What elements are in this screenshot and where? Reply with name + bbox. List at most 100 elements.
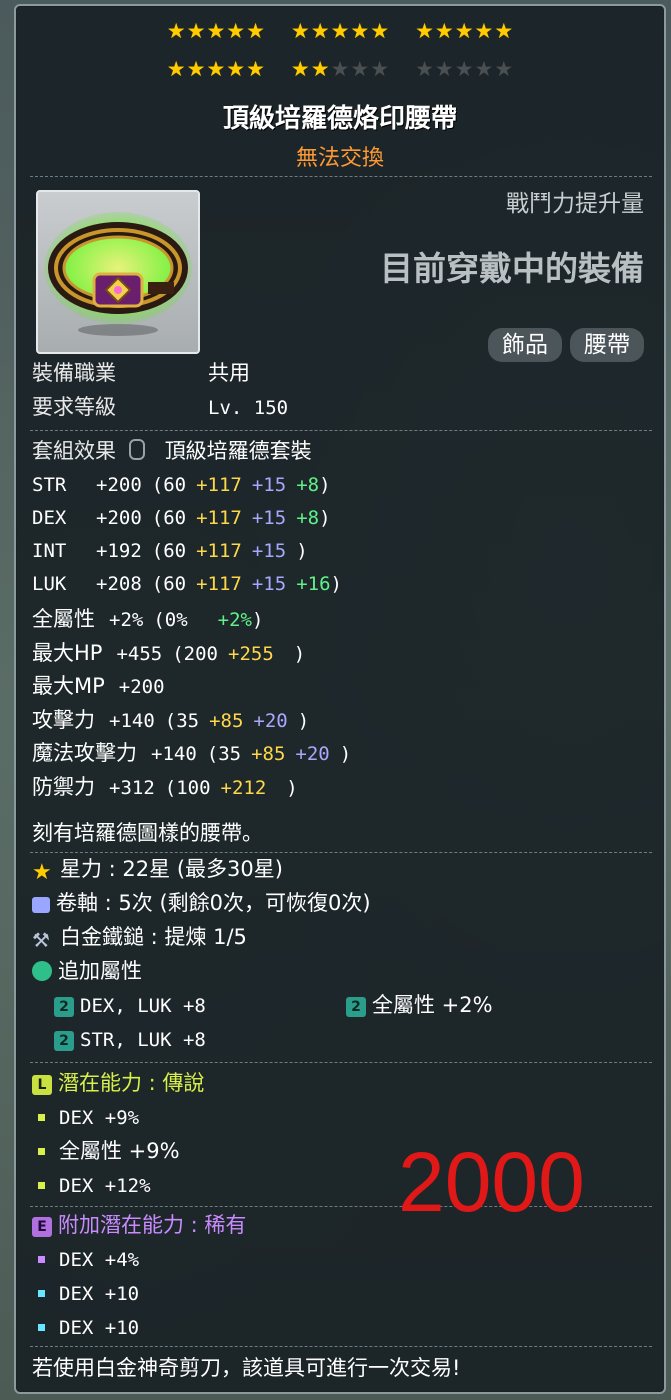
set-effect-row: 套組效果 頂級培羅德套裝 (32, 436, 312, 466)
bonus-stat-text: STR, LUK +8 (80, 1029, 206, 1051)
stat-enhance: +15 (251, 474, 287, 496)
hammer-icon: ⚒ (32, 928, 50, 952)
item-category-tags: 飾品 腰帶 (488, 328, 644, 362)
stat-equip-flame: +117 (196, 507, 242, 529)
star-icon: ★ (32, 860, 52, 885)
stat-bonus: +2% (217, 609, 252, 631)
stat-close: ) (293, 642, 306, 665)
stat-base: (35 (164, 709, 200, 732)
divider (30, 1346, 652, 1347)
level-value: Lv. 150 (208, 397, 289, 419)
item-icon-frame (36, 190, 200, 354)
stat-base: (60 (151, 474, 187, 496)
stat-close: ) (297, 709, 310, 732)
stat-base: (100 (164, 776, 211, 799)
mouse-icon (128, 439, 145, 460)
stat-total: +140 (109, 709, 155, 732)
stat-total: +200 (96, 507, 142, 529)
stat-close: ) (286, 776, 298, 799)
tag-accessory: 飾品 (488, 328, 562, 362)
bullet-icon (38, 1324, 45, 1331)
potential-text: 全屬性 +9% (59, 1139, 180, 1163)
stat-name: STR (32, 474, 67, 496)
star-filled-icon: ★ (454, 19, 474, 43)
star-empty-icon: ★ (434, 57, 454, 81)
additional-potential-line: DEX +10 (32, 1312, 139, 1343)
bonus-stat-text: 全屬性 +2% (372, 993, 493, 1017)
tag-belt: 腰帶 (570, 328, 644, 362)
star-empty-icon: ★ (350, 57, 370, 81)
stat-name: 最大HP (32, 640, 103, 665)
stat-name: 最大MP (32, 674, 105, 698)
additional-potential-header: E 附加潛在能力 : 稀有 (32, 1210, 246, 1240)
stat-base: (60 (151, 507, 187, 529)
stat-enhance: +15 (251, 540, 287, 562)
level-requirement-row: 要求等級 Lv. 150 (32, 392, 288, 423)
additional-potential-text: DEX +4% (59, 1249, 140, 1271)
stat-close: ) (330, 573, 342, 595)
divider (30, 176, 652, 177)
additional-potential-line: DEX +10 (32, 1278, 139, 1309)
rare-grade-icon: E (32, 1217, 52, 1237)
stat-row-str: STR +200 (60 +117 +15 +8) (32, 470, 331, 500)
stat-close: ) (319, 474, 331, 496)
star-empty-icon: ★ (454, 57, 474, 81)
potential-line: DEX +9% (32, 1102, 139, 1133)
starforce-stars-row-2: ★ ★ ★ ★ ★ ★ ★ ★ ★ ★ ★ ★ ★ ★ ★ (16, 58, 664, 80)
star-filled-icon: ★ (186, 57, 206, 81)
stat-enhance: +15 (251, 573, 287, 595)
potential-line: DEX +12% (32, 1170, 151, 1201)
bonus-stat-line: 2 全屬性 +2% (346, 990, 493, 1020)
item-description: 刻有培羅德圖樣的腰帶。 (32, 821, 263, 845)
bonus-stats-label: 追加屬性 (58, 959, 142, 983)
stat-total: +312 (109, 776, 155, 799)
trade-status: 無法交換 (295, 146, 384, 171)
star-filled-icon: ★ (290, 19, 310, 43)
star-filled-icon: ★ (186, 19, 206, 43)
stat-equip-flame: +117 (196, 474, 242, 496)
set-effect-label: 套組效果 (32, 439, 116, 463)
stat-name: DEX (32, 507, 67, 529)
potential-line: 全屬性 +9% (32, 1136, 180, 1166)
stat-row-dex: DEX +200 (60 +117 +15 +8) (32, 503, 331, 533)
hammer-row: ⚒ 白金鐵鎚 : 提煉 1/5 (32, 922, 247, 952)
starforce-stars-row-1: ★ ★ ★ ★ ★ ★ ★ ★ ★ ★ ★ ★ ★ ★ ★ (16, 20, 664, 42)
stat-close: ) (339, 743, 352, 765)
potential-label: 潛在能力 : 傳說 (58, 1071, 205, 1095)
star-filled-icon: ★ (494, 19, 514, 43)
stat-equip-flame: +117 (196, 540, 242, 562)
stat-enhance: +15 (251, 507, 287, 529)
stat-row: 全屬性 +2% (0% +2%) (32, 604, 263, 635)
stat-bonus: +8 (296, 474, 320, 496)
stat-bonus: +8 (296, 507, 320, 529)
currently-equipped-label: 目前穿戴中的裝備 (380, 249, 644, 288)
star-group: ★ ★ ★ ★ ★ (167, 58, 265, 80)
item-name: 頂級培羅德烙印腰帶 (222, 104, 457, 134)
stat-equip-flame: +212 (220, 776, 267, 799)
stat-base: (60 (151, 540, 187, 562)
additional-potential-label: 附加潛在能力 : 稀有 (58, 1213, 247, 1237)
divider (30, 852, 652, 853)
star-group: ★ ★ ★ ★ ★ (291, 58, 389, 80)
starforce-row: ★ 星力 : 22星 (最多30星) (32, 854, 283, 884)
stat-base: (60 (151, 573, 187, 595)
bullet-icon (38, 1256, 45, 1263)
star-empty-icon: ★ (494, 57, 514, 81)
stat-name: 全屬性 (32, 607, 95, 631)
bullet-icon (38, 1182, 45, 1189)
star-empty-icon: ★ (330, 57, 350, 81)
star-filled-icon: ★ (310, 19, 330, 43)
divider (30, 430, 652, 431)
potential-header: L 潛在能力 : 傳說 (32, 1068, 204, 1098)
stat-close: ) (251, 609, 264, 631)
star-filled-icon: ★ (290, 57, 310, 81)
divider (30, 1062, 652, 1063)
flame-grade-icon: 2 (54, 997, 74, 1017)
star-filled-icon: ★ (246, 19, 265, 43)
stat-base: (35 (206, 743, 242, 765)
additional-potential-line: DEX +4% (32, 1244, 139, 1275)
job-label: 裝備職業 (32, 361, 116, 385)
star-empty-icon: ★ (370, 57, 390, 81)
job-value: 共用 (208, 361, 250, 385)
bullet-icon (38, 1114, 45, 1121)
